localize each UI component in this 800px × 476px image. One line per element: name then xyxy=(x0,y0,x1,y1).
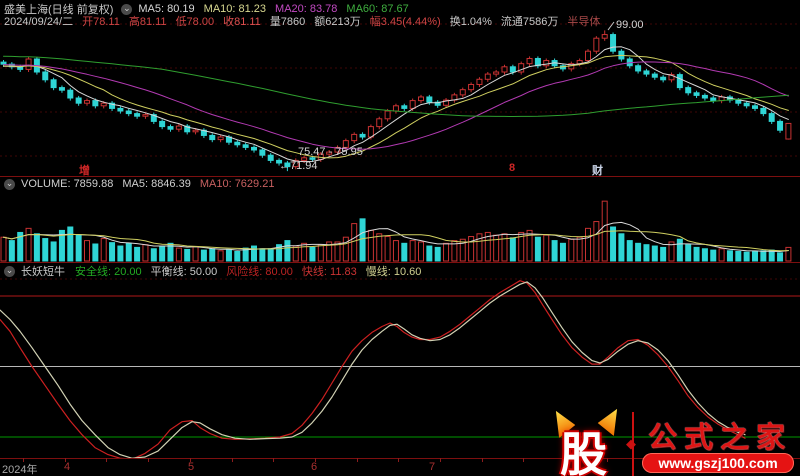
axis-tick xyxy=(315,458,316,462)
stat: 快线: 11.83 xyxy=(301,266,357,278)
collapse-chevron-icon[interactable]: ⌄ xyxy=(4,178,15,190)
stat: 量7860 xyxy=(269,16,306,28)
axis-label: 7 xyxy=(429,461,436,473)
watermark-logo: 股 ◆ 公式之家 www.gszj100.com xyxy=(556,406,796,476)
axis-tick xyxy=(357,458,358,462)
logo-seal: 股 xyxy=(556,414,624,476)
indicator-title: 长妖短牛 xyxy=(21,266,65,278)
stat: MA5: 8846.39 xyxy=(122,178,191,190)
logo-glyph: 股 xyxy=(560,430,607,476)
stat: 低78.00 xyxy=(175,16,215,28)
logo-divider xyxy=(632,412,634,476)
axis-tick xyxy=(232,458,233,462)
stat: 换1.04% xyxy=(449,16,492,28)
axis-tick xyxy=(148,458,149,462)
stat: 高81.11 xyxy=(128,16,167,28)
axis-tick xyxy=(273,458,274,462)
stat: 安全线: 20.00 xyxy=(75,266,142,278)
axis-tick xyxy=(190,458,191,462)
axis-tick xyxy=(482,458,483,462)
stat: 慢线: 10.60 xyxy=(365,266,422,278)
annotation-range: 75.47 - 75.95 xyxy=(298,146,363,158)
stat: 额6213万 xyxy=(314,16,361,28)
indicator-header: ⌄ 长妖短牛 安全线: 20.00 平衡线: 50.00 风险线: 80.00 快线:… xyxy=(2,263,430,279)
axis-label: 4 xyxy=(64,461,71,473)
volume-chart[interactable] xyxy=(0,192,800,262)
stat: 2024/09/24/二 xyxy=(4,16,74,28)
axis-label: 6 xyxy=(311,461,318,473)
axis-label: 2024年 xyxy=(2,464,38,476)
stat: 流通7586万 xyxy=(500,16,559,28)
diamond-icon: ◆ xyxy=(626,436,636,451)
collapse-chevron-icon[interactable]: ⌄ xyxy=(4,265,15,277)
axis-tick xyxy=(398,458,399,462)
stat: 平衡线: 50.00 xyxy=(150,266,218,278)
quote-info-row: 2024/09/24/二 开78.11 高81.11 低78.00 收81.11 量786… xyxy=(4,13,609,29)
panel-separator xyxy=(0,176,800,177)
axis-tick xyxy=(440,458,441,462)
stat: 收81.11 xyxy=(223,16,261,28)
volume-legend: VOLUME: 7859.88 MA5: 8846.39 MA10: 7629.21 xyxy=(21,178,283,190)
stat: MA10: 7629.21 xyxy=(199,178,275,190)
event-marker[interactable]: 8 xyxy=(509,162,515,174)
axis-tick xyxy=(106,458,107,462)
stat: 开78.11 xyxy=(82,16,120,28)
stat: 风险线: 80.00 xyxy=(226,266,293,278)
trading-app-window: 盛美上海(日线 前复权) ⌄ MA5: 80.19 MA10: 81.23 MA20… xyxy=(0,0,800,476)
axis-label: 5 xyxy=(188,461,195,473)
volume-header: ⌄ VOLUME: 7859.88 MA5: 8846.39 MA10: 7629.… xyxy=(2,178,283,190)
axis-tick xyxy=(523,458,524,462)
stat: 半导体 xyxy=(567,16,601,28)
stat: 幅3.45(4.44%) xyxy=(369,16,441,28)
logo-url-badge: www.gszj100.com xyxy=(642,453,794,473)
stat: VOLUME: 7859.88 xyxy=(21,178,114,190)
logo-brand-name: 公式之家 xyxy=(647,422,792,454)
annotation-low: ←71.94 xyxy=(279,160,318,172)
annotation-high: 99.00 xyxy=(616,19,644,31)
axis-tick xyxy=(23,458,24,462)
axis-tick xyxy=(65,458,66,462)
indicator-legend: 安全线: 20.00 平衡线: 50.00 风险线: 80.00 快线: 11.83 慢… xyxy=(75,263,430,279)
